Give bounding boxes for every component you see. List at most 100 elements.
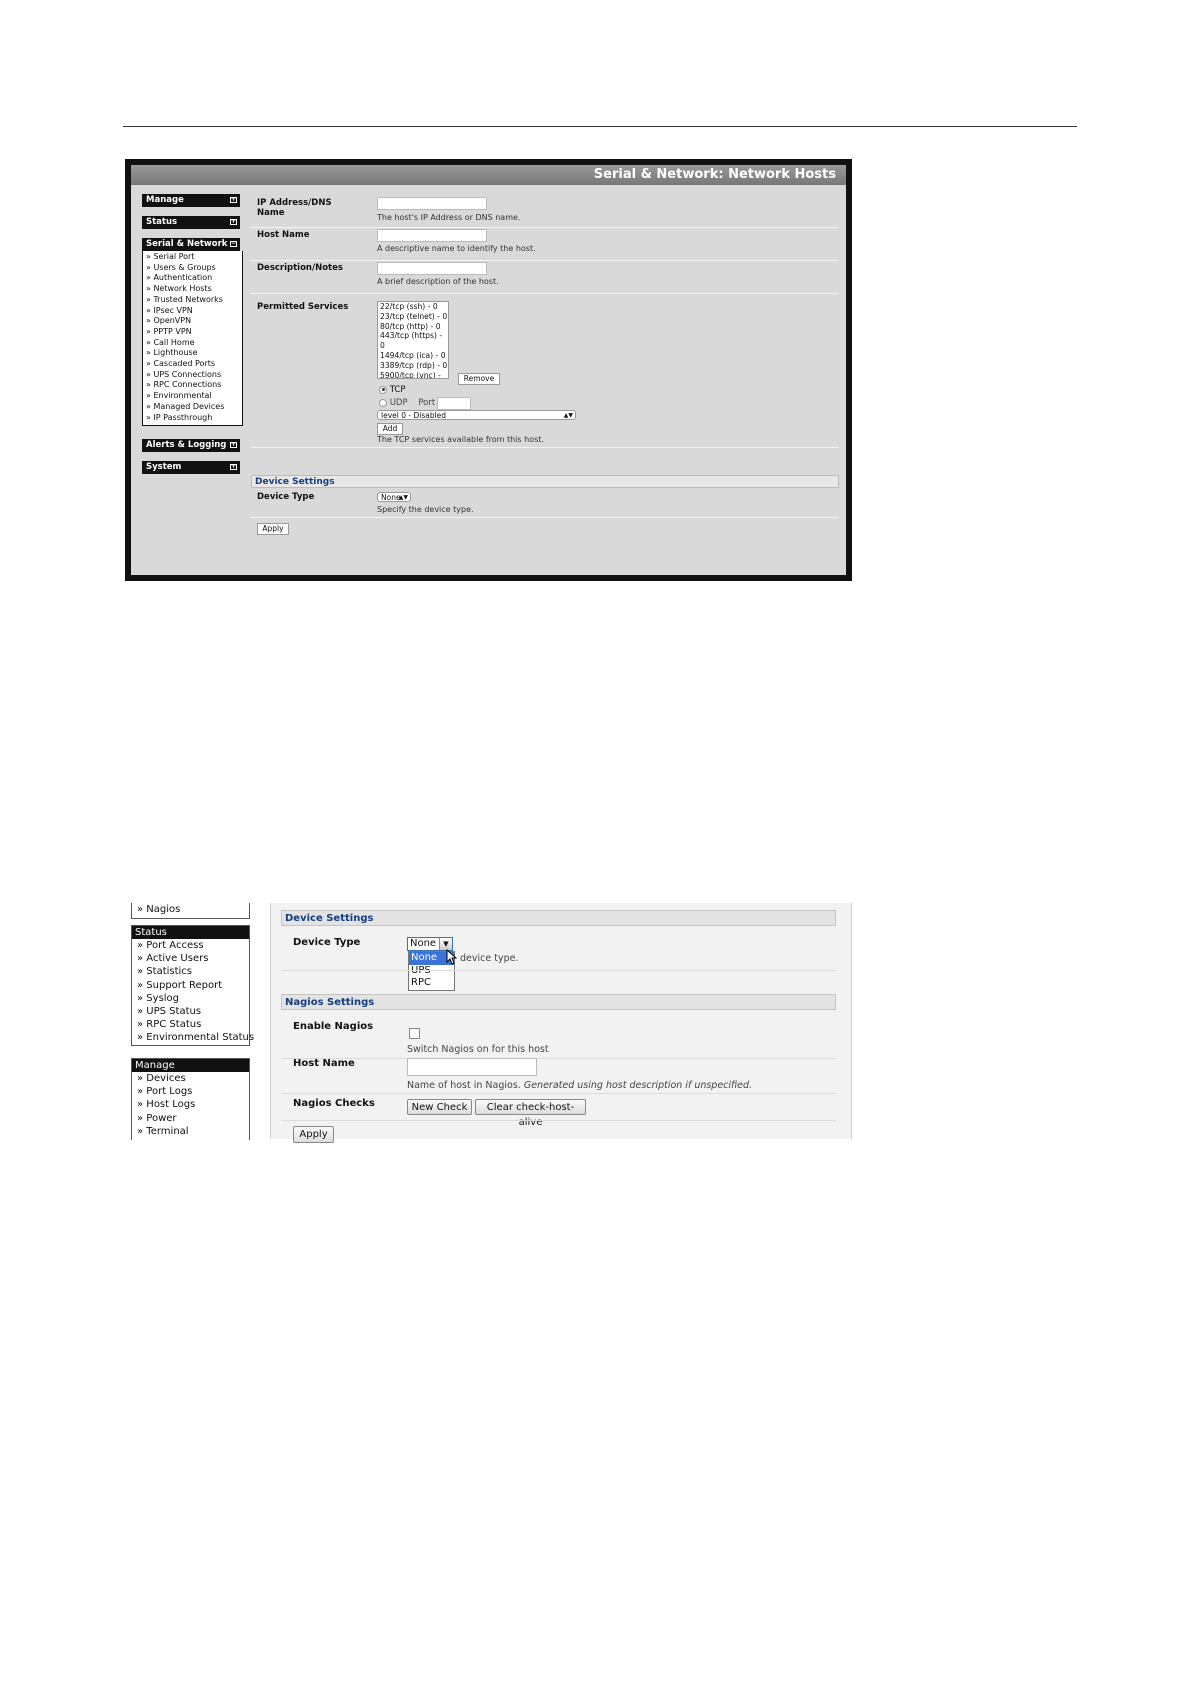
level-select[interactable]: level 0 - Disabled ▲▼ bbox=[377, 410, 576, 420]
host-name-label: Host Name bbox=[257, 230, 310, 240]
bullet-icon: » bbox=[137, 979, 147, 991]
sidebar-serial-network[interactable]: Serial & Network − » Serial Port » Users … bbox=[142, 238, 243, 427]
tcp-radio[interactable] bbox=[379, 385, 387, 394]
bullet-icon: » bbox=[137, 1099, 147, 1111]
sidebar-item-ip-passthrough[interactable]: » IP Passthrough bbox=[146, 413, 242, 424]
sidebar-item-call-home[interactable]: » Call Home bbox=[146, 338, 242, 349]
tcp-option[interactable]: TCP bbox=[379, 385, 405, 395]
sidebar-item-environmental[interactable]: » Environmental bbox=[146, 391, 242, 402]
sidebar-item-terminal[interactable]: » Terminal bbox=[132, 1125, 249, 1138]
sidebar-item-ipsec-vpn[interactable]: » IPsec VPN bbox=[146, 306, 242, 317]
description-label: Description/Notes bbox=[257, 263, 343, 273]
sidebar-alerts-logging[interactable]: Alerts & Logging + bbox=[142, 439, 240, 452]
permitted-services-list[interactable]: 22/tcp (ssh) - 0 23/tcp (telnet) - 0 80/… bbox=[377, 301, 449, 379]
sidebar-item-lighthouse[interactable]: » Lighthouse bbox=[146, 348, 242, 359]
sidebar-item-ups-status[interactable]: » UPS Status bbox=[132, 1005, 249, 1018]
list-item[interactable]: 5900/tcp (vnc) - 0 bbox=[380, 371, 448, 378]
sidebar-manage[interactable]: Manage + bbox=[142, 194, 240, 207]
sidebar-status-menu: Status » Port Access » Active Users » St… bbox=[131, 925, 254, 1046]
collapse-icon[interactable]: − bbox=[230, 241, 237, 247]
device-type-select[interactable]: None ▲▼ bbox=[377, 492, 411, 502]
sidebar-item-authentication[interactable]: » Authentication bbox=[146, 273, 242, 284]
expand-icon[interactable]: + bbox=[230, 197, 237, 203]
enable-nagios-help: Switch Nagios on for this host bbox=[407, 1044, 549, 1055]
sidebar-item-cascaded-ports[interactable]: » Cascaded Ports bbox=[146, 359, 242, 370]
device-settings-header: Device Settings bbox=[281, 910, 836, 926]
bullet-icon: » bbox=[137, 1125, 147, 1137]
sidebar-item-trusted-networks[interactable]: » Trusted Networks bbox=[146, 295, 242, 306]
host-name-input[interactable] bbox=[407, 1058, 537, 1076]
sidebar-item-statistics[interactable]: » Statistics bbox=[132, 965, 249, 978]
add-button[interactable]: Add bbox=[377, 423, 403, 435]
expand-icon[interactable]: + bbox=[230, 464, 237, 470]
sidebar-item-nagios[interactable]: » Nagios bbox=[132, 903, 249, 916]
device-type-help: device type. bbox=[460, 953, 519, 964]
apply-button[interactable]: Apply bbox=[257, 523, 289, 535]
bullet-icon: » bbox=[137, 1073, 147, 1084]
screenshot-network-hosts-content: Serial & Network: Network Hosts Manage + … bbox=[131, 165, 846, 575]
sidebar-item-syslog[interactable]: » Syslog bbox=[132, 992, 249, 1005]
sidebar-status-header[interactable]: Status bbox=[132, 926, 249, 939]
sidebar-status[interactable]: Status + bbox=[142, 216, 240, 229]
sidebar-item-rpc-status[interactable]: » RPC Status bbox=[132, 1018, 249, 1031]
remove-button[interactable]: Remove bbox=[458, 373, 500, 385]
host-name-help: Name of host in Nagios. Generated using … bbox=[407, 1080, 753, 1091]
description-input[interactable] bbox=[377, 262, 487, 275]
udp-option[interactable]: UDP Port bbox=[379, 398, 435, 408]
host-name-row: Host Name A descriptive name to identify… bbox=[251, 228, 839, 261]
sidebar-item-port-access[interactable]: » Port Access bbox=[132, 939, 249, 952]
clear-check-button[interactable]: Clear check-host-alive bbox=[475, 1099, 586, 1128]
sidebar-manage-menu: Manage » Devices » Port Logs » Host Logs… bbox=[131, 1058, 250, 1140]
expand-icon[interactable]: + bbox=[230, 219, 237, 225]
expand-icon[interactable]: + bbox=[230, 442, 237, 448]
sidebar-item-openvpn[interactable]: » OpenVPN bbox=[146, 316, 242, 327]
screenshot-nagios-settings: » Nagios Status » Port Access » Active U… bbox=[125, 903, 852, 1143]
sidebar-item-port-logs[interactable]: » Port Logs bbox=[132, 1085, 249, 1098]
device-type-value: None bbox=[381, 493, 401, 502]
sidebar-item-serial-port[interactable]: » Serial Port bbox=[146, 252, 242, 263]
udp-radio[interactable] bbox=[379, 398, 387, 407]
sidebar-item-rpc-connections[interactable]: » RPC Connections bbox=[146, 380, 242, 391]
udp-label: UDP bbox=[389, 398, 408, 408]
sidebar-item-active-users[interactable]: » Active Users bbox=[132, 952, 249, 965]
nagios-checks-label: Nagios Checks bbox=[293, 1098, 375, 1109]
level-select-value: level 0 - Disabled bbox=[381, 411, 447, 420]
sidebar-item-support-report[interactable]: » Support Report bbox=[132, 979, 249, 992]
device-type-value: None bbox=[410, 938, 437, 949]
divider bbox=[281, 1058, 836, 1059]
list-item[interactable]: 80/tcp (http) - 0 bbox=[380, 322, 448, 332]
sidebar-status-label: Status bbox=[146, 217, 178, 227]
ip-address-help: The host's IP Address or DNS name. bbox=[377, 213, 521, 222]
sidebar-item-managed-devices[interactable]: » Managed Devices bbox=[146, 402, 242, 413]
list-item[interactable]: 3389/tcp (rdp) - 0 bbox=[380, 361, 448, 371]
sidebar-alerts-logging-label: Alerts & Logging bbox=[146, 440, 227, 450]
sidebar-item-host-logs[interactable]: » Host Logs bbox=[132, 1098, 249, 1111]
list-item[interactable]: 1494/tcp (ica) - 0 bbox=[380, 351, 448, 361]
option-rpc[interactable]: RPC bbox=[409, 977, 454, 990]
host-name-input[interactable] bbox=[377, 229, 487, 242]
apply-button[interactable]: Apply bbox=[293, 1126, 334, 1143]
device-type-label: Device Type bbox=[257, 492, 315, 502]
bullet-icon: » bbox=[137, 1112, 147, 1124]
sidebar-item-pptp-vpn[interactable]: » PPTP VPN bbox=[146, 327, 242, 338]
enable-nagios-checkbox[interactable] bbox=[409, 1028, 420, 1039]
description-help: A brief description of the host. bbox=[377, 277, 499, 286]
new-check-button[interactable]: New Check bbox=[407, 1099, 472, 1115]
enable-nagios-label: Enable Nagios bbox=[293, 1021, 374, 1032]
list-item[interactable]: 22/tcp (ssh) - 0 bbox=[380, 302, 448, 312]
sidebar-item-users-groups[interactable]: » Users & Groups bbox=[146, 263, 242, 274]
sidebar-item-ups-connections[interactable]: » UPS Connections bbox=[146, 370, 242, 381]
sidebar-manage-header[interactable]: Manage bbox=[132, 1059, 249, 1072]
sidebar-item-power[interactable]: » Power bbox=[132, 1112, 249, 1125]
divider bbox=[281, 970, 836, 971]
sidebar-item-network-hosts[interactable]: » Network Hosts bbox=[146, 284, 242, 295]
port-label: Port bbox=[418, 398, 436, 408]
list-item[interactable]: 443/tcp (https) - 0 bbox=[380, 331, 448, 351]
port-input[interactable] bbox=[437, 397, 471, 410]
list-item[interactable]: 23/tcp (telnet) - 0 bbox=[380, 312, 448, 322]
ip-address-input[interactable] bbox=[377, 197, 487, 210]
sidebar-system[interactable]: System + bbox=[142, 461, 240, 474]
bullet-icon: » bbox=[137, 992, 147, 1004]
sidebar-item-devices[interactable]: » Devices bbox=[132, 1072, 249, 1085]
sidebar-item-environmental-status[interactable]: » Environmental Status bbox=[132, 1031, 254, 1044]
